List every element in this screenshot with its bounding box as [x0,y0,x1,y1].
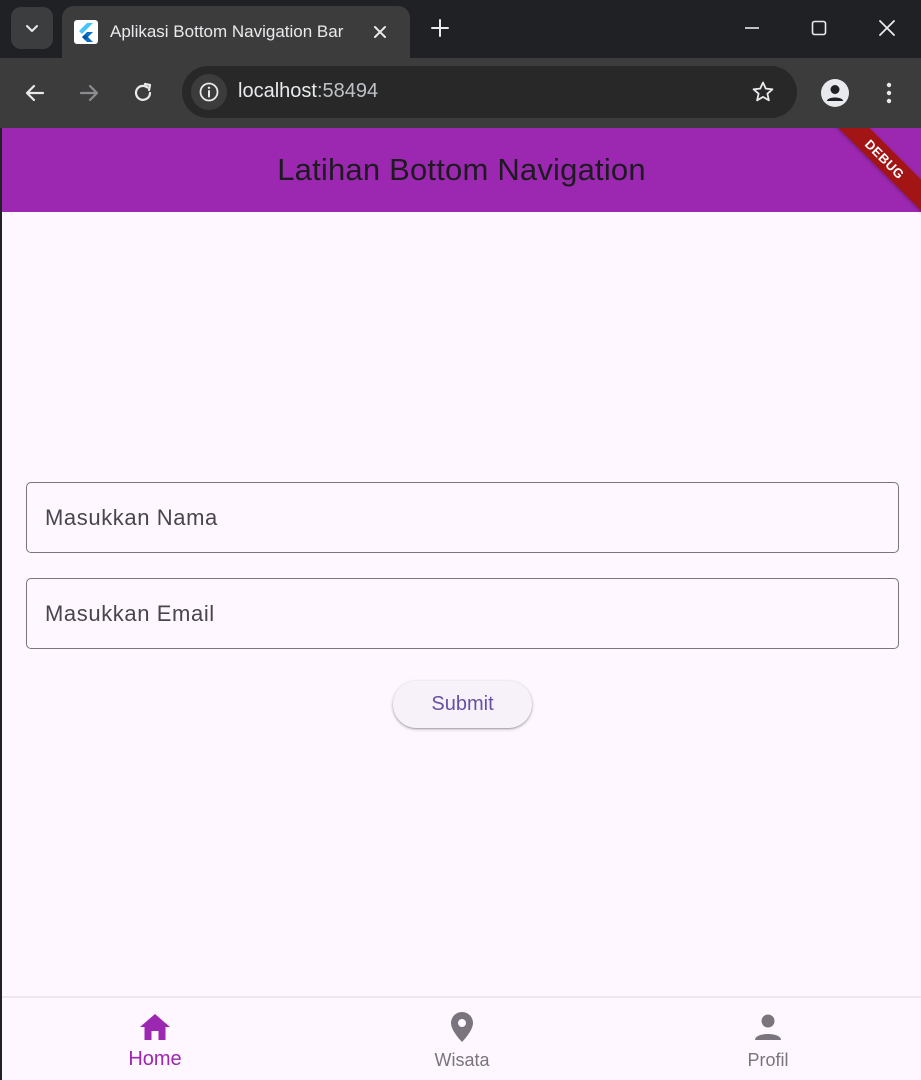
tab-strip: Aplikasi Bottom Navigation Bar [0,0,921,58]
arrow-right-icon [79,84,99,102]
app-bar: Latihan Bottom Navigation [2,128,921,212]
browser-window: Aplikasi Bottom Navigation Bar localhost… [0,0,921,1080]
close-icon [374,26,386,38]
forward-button[interactable] [70,74,108,112]
nav-item-profil[interactable]: Profil [615,998,921,1080]
submit-button[interactable]: Submit [393,681,532,728]
url-host: localhost [238,80,317,102]
page-title: Latihan Bottom Navigation [277,152,646,187]
bookmark-button[interactable] [749,78,777,106]
tab-close-button[interactable] [366,18,394,46]
nav-label-profil: Profil [747,1050,789,1070]
home-icon [138,1010,172,1044]
person-icon [751,1010,785,1044]
chevron-down-icon [26,25,38,32]
tab-title: Aplikasi Bottom Navigation Bar [110,22,344,41]
nav-label-wisata: Wisata [434,1050,490,1070]
address-bar[interactable]: localhost:58494 [182,66,797,118]
reload-button[interactable] [124,74,162,112]
name-field[interactable] [26,482,899,553]
arrow-left-icon [25,84,45,102]
star-icon [752,81,774,102]
back-button[interactable] [16,74,54,112]
close-icon [879,20,895,36]
browser-toolbar: localhost:58494 [0,58,921,128]
flutter-favicon-icon [74,20,98,44]
more-vertical-icon [886,82,892,104]
nav-item-wisata[interactable]: Wisata [309,998,615,1080]
minimize-icon [745,27,759,29]
location-pin-icon [445,1010,479,1044]
app-viewport: Latihan Bottom Navigation DEBUG Submit H… [2,128,921,1080]
minimize-button[interactable] [722,8,782,48]
nav-label-home: Home [128,1048,182,1070]
maximize-button[interactable] [789,8,849,48]
name-input[interactable] [27,483,898,552]
url-text: localhost:58494 [238,80,378,103]
nav-item-home[interactable]: Home [2,998,308,1080]
url-port: :58494 [316,80,379,102]
new-tab-button[interactable] [424,12,456,44]
profile-button[interactable] [816,74,854,112]
reload-icon [134,82,152,101]
tab-search-button[interactable] [11,7,53,49]
email-input[interactable] [27,579,898,648]
plus-icon [431,19,449,37]
info-icon [199,82,219,102]
active-tab[interactable]: Aplikasi Bottom Navigation Bar [62,6,410,58]
site-info-button[interactable] [191,74,227,110]
email-field[interactable] [26,578,899,649]
bottom-navigation-bar: Home Wisata Profil [2,996,921,1080]
window-close-button[interactable] [857,8,917,48]
account-circle-icon [821,79,849,107]
menu-button[interactable] [870,74,908,112]
maximize-icon [811,20,827,36]
